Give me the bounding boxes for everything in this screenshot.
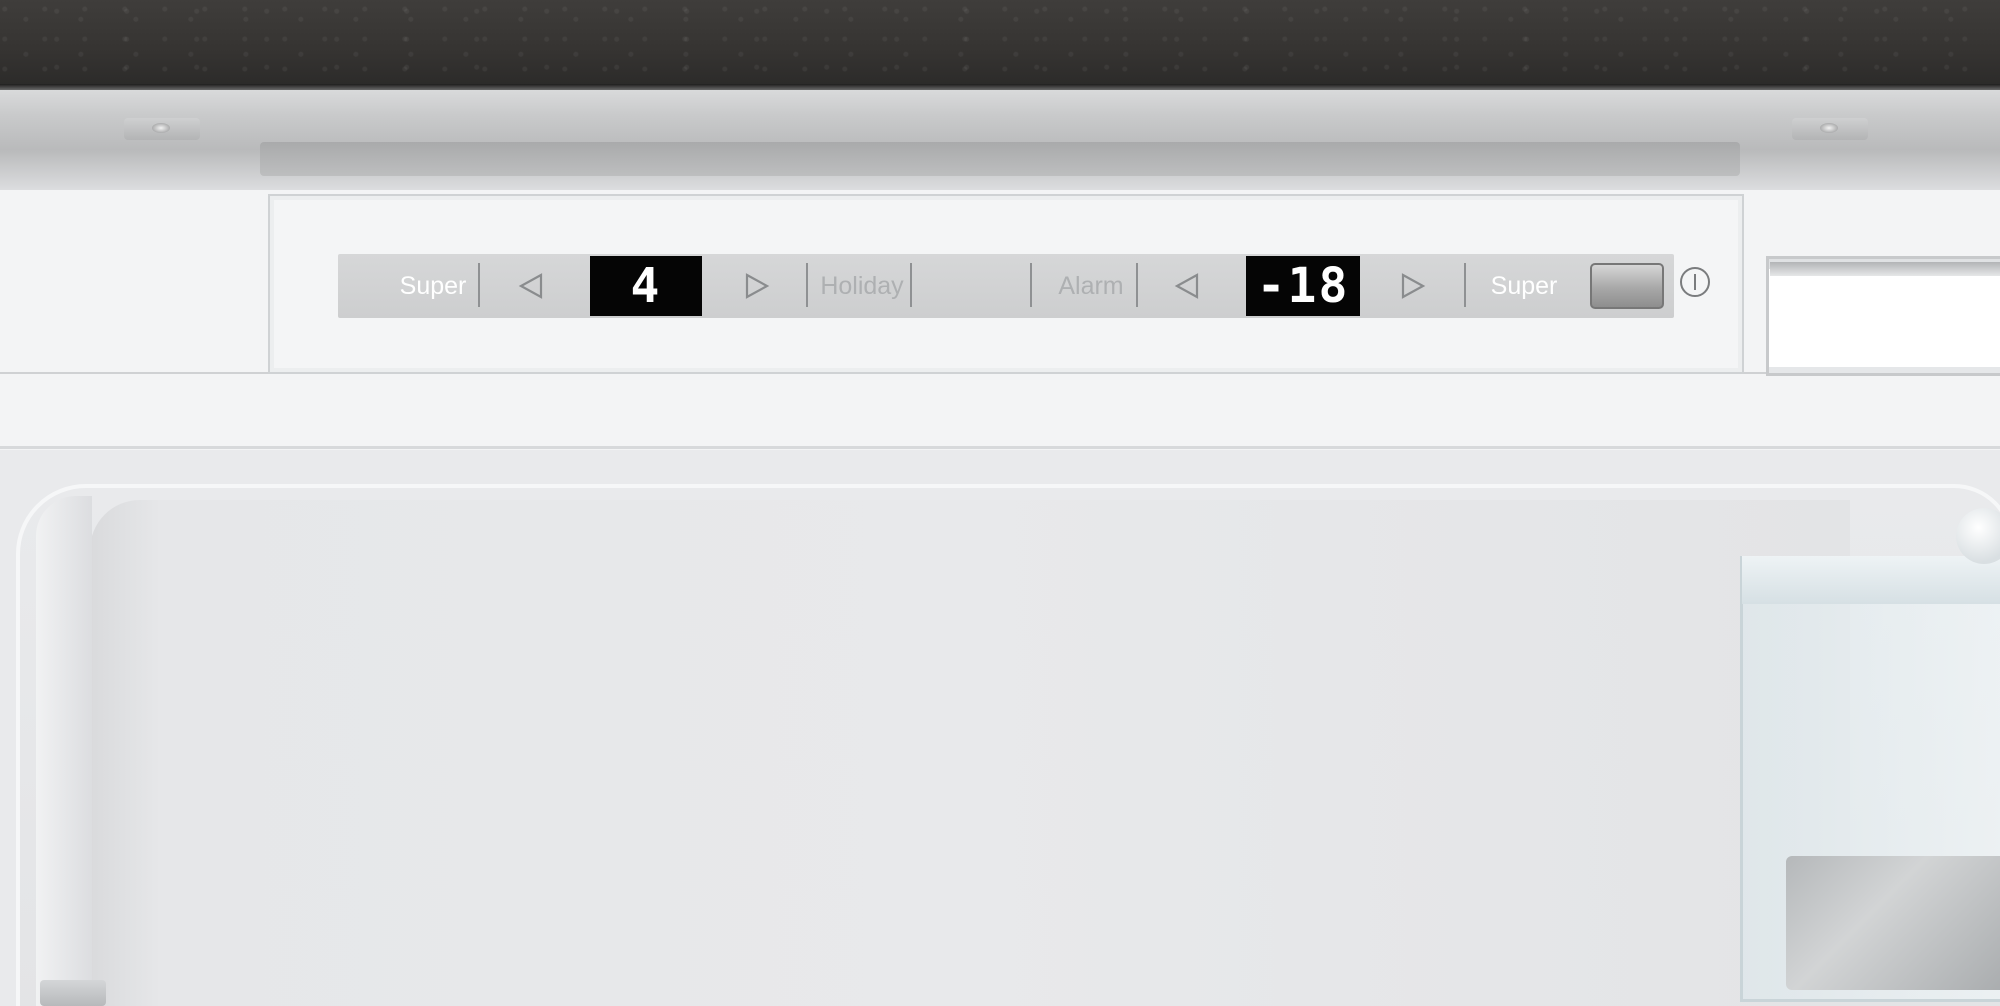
holiday-button[interactable]: Holiday	[814, 254, 910, 318]
separator	[806, 263, 808, 307]
freezer-temp-increase-button[interactable]	[1398, 271, 1428, 301]
control-panel: Super 4 Holiday Alarm -18 Super	[338, 254, 1674, 318]
triangle-right-icon	[1401, 273, 1426, 299]
rail-light-strip	[260, 142, 1740, 176]
fridge-temp-increase-button[interactable]	[742, 271, 772, 301]
shelf-clip	[40, 980, 106, 1006]
rail-screw-right	[1792, 118, 1868, 140]
fridge-scene: Super 4 Holiday Alarm -18 Super	[0, 0, 2000, 1006]
fridge-temp-decrease-button[interactable]	[516, 271, 546, 301]
face-seam-lower	[0, 446, 2000, 449]
interior-left-rim	[36, 496, 92, 1006]
triangle-right-icon	[745, 273, 770, 299]
fridge-super-button[interactable]: Super	[388, 254, 478, 318]
fridge-temperature-display: 4	[590, 256, 702, 316]
freezer-super-button[interactable]	[1590, 263, 1664, 309]
rail-screw-left	[124, 118, 200, 140]
separator	[910, 263, 912, 307]
power-icon[interactable]	[1680, 267, 1710, 297]
separator	[1030, 263, 1032, 307]
separator	[1136, 263, 1138, 307]
freezer-temperature-display: -18	[1246, 256, 1360, 316]
freezer-temp-decrease-button[interactable]	[1172, 271, 1202, 301]
triangle-left-icon	[518, 273, 543, 299]
separator	[478, 263, 480, 307]
alarm-button[interactable]: Alarm	[1048, 254, 1134, 318]
separator	[1464, 263, 1466, 307]
interior-back-wall	[90, 500, 1850, 1006]
door-shelf-rim	[1742, 556, 2000, 604]
countertop-texture	[0, 0, 2000, 88]
door-shelf-steel-trim	[1786, 856, 2000, 990]
triangle-left-icon	[1174, 273, 1199, 299]
door-handle-bar	[1770, 262, 2000, 276]
freezer-super-label: Super	[1490, 272, 1558, 300]
